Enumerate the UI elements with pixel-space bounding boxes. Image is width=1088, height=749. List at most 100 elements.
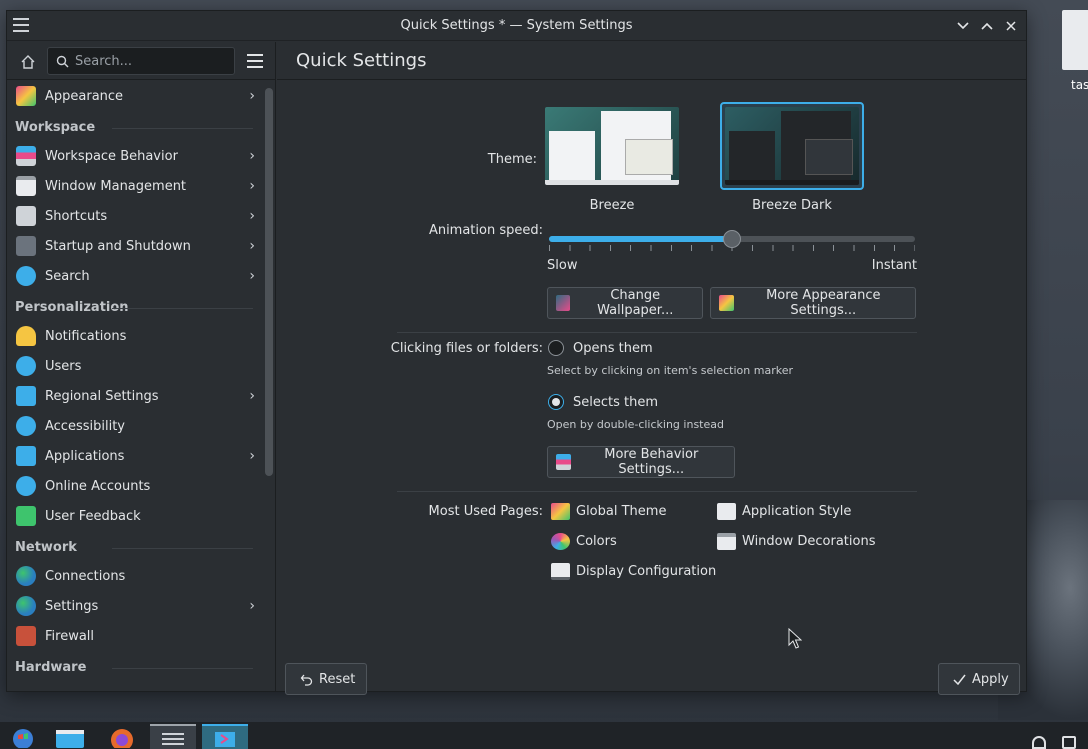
sidebar-item-search[interactable]: Search ›	[7, 261, 261, 291]
sidebar-item-shortcuts[interactable]: Shortcuts ›	[7, 201, 261, 231]
sidebar-item-label: Appearance	[45, 88, 124, 104]
most-used-window-decorations[interactable]: Window Decorations	[717, 531, 876, 551]
reset-button[interactable]: Reset	[285, 663, 367, 695]
radio-opens-them[interactable]	[548, 340, 564, 356]
window-management-icon	[16, 176, 36, 196]
change-wallpaper-button[interactable]: Change Wallpaper...	[547, 287, 703, 319]
maximize-button[interactable]	[978, 16, 996, 36]
settings-icon	[162, 732, 184, 745]
window-title: Quick Settings * — System Settings	[400, 18, 633, 33]
mouse-cursor-icon	[788, 628, 802, 649]
wallpaper-icon	[556, 295, 571, 311]
workspace-behavior-icon	[556, 454, 571, 470]
most-used-colors[interactable]: Colors	[551, 531, 617, 551]
taskbar-file-manager[interactable]	[47, 724, 93, 749]
selects-them-hint: Open by double-clicking instead	[547, 418, 724, 431]
sidebar-item-label: Applications	[45, 448, 125, 464]
sidebar-item-notifications[interactable]: Notifications	[7, 321, 261, 351]
sidebar-item-appearance[interactable]: Appearance ›	[7, 81, 261, 111]
sidebar-item-label: Settings	[45, 598, 99, 614]
sidebar-search[interactable]	[47, 47, 235, 75]
startup-icon	[16, 236, 36, 256]
breeze-preview	[545, 107, 679, 185]
desktop-file-icon[interactable]	[1062, 10, 1088, 70]
close-icon	[1006, 21, 1016, 31]
most-used-application-style[interactable]: Application Style	[717, 501, 851, 521]
desktop-file-label[interactable]: tas	[1071, 78, 1088, 92]
most-used-pages-label: Most Used Pages:	[428, 504, 543, 519]
theme-card-breeze-dark[interactable]	[720, 102, 864, 190]
sidebar-item-accessibility[interactable]: Accessibility	[7, 411, 261, 441]
most-used-global-theme[interactable]: Global Theme	[551, 501, 666, 521]
sidebar-item-label: Regional Settings	[45, 388, 159, 404]
sidebar-item-label: Startup and Shutdown	[45, 238, 191, 254]
sidebar-item-firewall[interactable]: Firewall	[7, 621, 261, 651]
globe-icon	[16, 596, 36, 616]
theme-name-breeze-dark: Breeze Dark	[752, 198, 832, 213]
chevron-right-icon: ›	[249, 268, 255, 284]
start-menu-icon	[13, 728, 33, 748]
settings-app-icon[interactable]	[13, 18, 29, 32]
selects-them-label[interactable]: Selects them	[573, 395, 658, 410]
sidebar-item-regional-settings[interactable]: Regional Settings ›	[7, 381, 261, 411]
opens-them-label[interactable]: Opens them	[573, 341, 653, 356]
sidebar-item-label: Workspace Behavior	[45, 148, 178, 164]
search-icon	[56, 55, 69, 67]
appearance-icon	[719, 295, 734, 311]
sidebar-item-label: Connections	[45, 568, 126, 584]
bell-icon	[16, 326, 36, 346]
application-launcher[interactable]	[0, 724, 46, 749]
search-input[interactable]	[75, 53, 225, 69]
hamburger-menu-button[interactable]	[247, 54, 263, 68]
chevron-right-icon: ›	[249, 148, 255, 164]
chevron-up-icon	[981, 22, 993, 30]
chevron-right-icon: ›	[249, 238, 255, 254]
undo-icon	[300, 674, 313, 686]
sidebar-item-user-feedback[interactable]: User Feedback	[7, 501, 261, 531]
sidebar-item-connections[interactable]: Connections	[7, 561, 261, 591]
sidebar-item-online-accounts[interactable]: Online Accounts	[7, 471, 261, 501]
sidebar: Appearance › WorkspaceWorkspace Behavior…	[7, 42, 276, 691]
sidebar-item-label: Online Accounts	[45, 478, 151, 494]
sidebar-item-label: Shortcuts	[45, 208, 108, 224]
sidebar-scrollbar[interactable]	[265, 88, 273, 476]
minimize-button[interactable]	[954, 16, 972, 36]
most-used-display-configuration[interactable]: Display Configuration	[551, 561, 716, 581]
accessibility-icon	[16, 416, 36, 436]
home-button[interactable]	[15, 50, 41, 74]
animation-speed-label: Animation speed:	[428, 223, 543, 238]
sidebar-item-label: Users	[45, 358, 82, 374]
clicking-files-label: Clicking files or folders:	[390, 341, 543, 356]
sidebar-item-workspace-behavior[interactable]: Workspace Behavior ›	[7, 141, 261, 171]
theme-name-breeze: Breeze	[589, 198, 635, 213]
display-icon	[551, 562, 570, 580]
theme-card-breeze[interactable]	[540, 102, 684, 190]
search-icon	[16, 266, 36, 286]
sidebar-section-personalization: Personalization	[7, 291, 261, 321]
slider-min-label: Slow	[547, 258, 578, 273]
sidebar-item-applications[interactable]: Applications ›	[7, 441, 261, 471]
tray-storage-icon[interactable]	[1062, 736, 1076, 749]
keyboard-icon	[16, 206, 36, 226]
more-behavior-settings-button[interactable]: More Behavior Settings...	[547, 446, 735, 478]
sidebar-item-label: Accessibility	[45, 418, 125, 434]
taskbar-firefox[interactable]	[99, 724, 145, 749]
radio-selects-them[interactable]	[548, 394, 564, 410]
breeze-dark-preview	[725, 107, 859, 185]
close-button[interactable]	[1002, 16, 1020, 36]
slider-handle[interactable]	[723, 230, 741, 248]
sidebar-item-label: Firewall	[45, 628, 95, 644]
taskbar-system-settings[interactable]	[150, 724, 196, 749]
chevron-right-icon: ›	[249, 598, 255, 614]
taskbar-discover[interactable]	[202, 724, 248, 749]
titlebar[interactable]: Quick Settings * — System Settings	[7, 11, 1026, 41]
more-appearance-settings-button[interactable]: More Appearance Settings...	[710, 287, 916, 319]
sidebar-item-window-management[interactable]: Window Management ›	[7, 171, 261, 201]
sidebar-item-startup-and-shutdown[interactable]: Startup and Shutdown ›	[7, 231, 261, 261]
application-style-icon	[717, 502, 736, 520]
tray-network-icon[interactable]	[1032, 736, 1046, 749]
apply-button[interactable]: Apply	[938, 663, 1020, 695]
sidebar-item-users[interactable]: Users	[7, 351, 261, 381]
window-decorations-icon	[717, 532, 736, 550]
sidebar-item-settings[interactable]: Settings ›	[7, 591, 261, 621]
